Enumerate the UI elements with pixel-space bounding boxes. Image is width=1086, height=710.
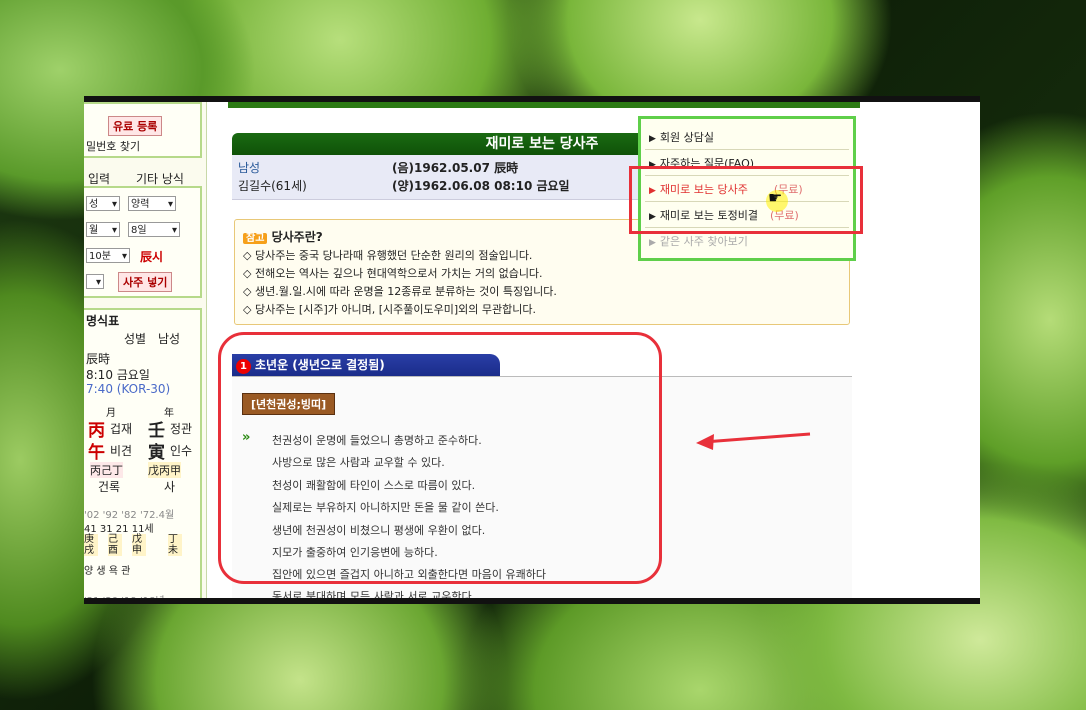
col-year: 年 <box>164 408 174 419</box>
top-green-bar <box>228 102 860 108</box>
info-solar: (양)1962.06.08 08:10 금요일 <box>392 179 570 193</box>
info-gender: 남성 <box>238 161 261 175</box>
note-header: 참고 당사주란? <box>243 228 323 245</box>
chart-kor: 7:40 (KOR-30) <box>86 382 171 396</box>
daeun-labels: 양 생 욕 관 <box>84 566 131 577</box>
chart-box: 명식표 성별 남성 辰時 8:10 금요일 7:40 (KOR-30) 月 年 … <box>84 308 202 604</box>
extra-select[interactable] <box>86 274 104 290</box>
highlight-round-box <box>218 332 662 584</box>
row-label-1: 건록 <box>98 480 121 494</box>
daeun-3: 戊申 <box>132 534 146 556</box>
daeun-2: 己酉 <box>108 534 122 556</box>
highlight-box <box>629 166 863 234</box>
ji-year-label: 인수 <box>170 444 193 458</box>
paid-register-button[interactable]: 유료 등록 <box>108 116 163 136</box>
hidden-stems-2: 戊丙甲 <box>148 462 181 478</box>
info-lunar: (음)1962.05.07 辰時 <box>392 161 519 175</box>
hand-cursor-icon: ☛ <box>768 188 783 207</box>
content-line-8: 동서로 분대하며 모든 사람과 서로 교우한다. <box>272 590 476 603</box>
daeun-4: 丁未 <box>168 534 182 556</box>
left-sidebar: 유료 등록 밀번호 찾기 입력 기타 낭식 성 양력 월 8일 10분 辰시 사… <box>84 102 207 598</box>
input-form: 성 양력 월 8일 10분 辰시 사주 넣기 <box>84 186 202 298</box>
daeun-ages: 41 31 21 11세 <box>84 524 154 535</box>
note-badge: 참고 <box>243 233 268 244</box>
minute-select[interactable]: 10분 <box>86 248 130 264</box>
red-arrow-icon <box>696 432 811 450</box>
note-title: 당사주란? <box>271 230 323 244</box>
tab-input[interactable]: 입력 <box>88 170 110 187</box>
gan-year-label: 정관 <box>170 422 193 436</box>
find-password-link[interactable]: 밀번호 찾기 <box>86 138 140 154</box>
daeun-years: '02 '92 '82 '72.4월 <box>84 510 175 521</box>
triangle-right-icon: ▶ <box>649 238 656 248</box>
daeun-1: 庚戌 <box>84 534 98 556</box>
hidden-stems-1: 丙己丁 <box>90 462 123 478</box>
bottom-years: '21 '20 '19 '18년 <box>84 596 165 604</box>
note-line-2: ◇ 전해오는 역사는 깊으나 현대역학으로서 가치는 거의 없습니다. <box>243 267 543 280</box>
day-select[interactable]: 8일 <box>128 222 180 238</box>
gender-value: 남성 <box>158 332 181 346</box>
login-box: 유료 등록 밀번호 찾기 <box>84 102 202 158</box>
calendar-select[interactable]: 양력 <box>128 196 176 212</box>
note-line-3: ◇ 생년.월.일.시에 따라 운명을 12종류로 분류하는 것이 특징입니다. <box>243 285 557 298</box>
info-name-age: 김길수(61세) <box>238 179 307 193</box>
chart-time: 8:10 금요일 <box>86 368 150 382</box>
browser-window: 유료 등록 밀번호 찾기 입력 기타 낭식 성 양력 월 8일 10분 辰시 사… <box>84 96 980 604</box>
menu-item-same-saju[interactable]: ▶ 같은 사주 찾아보기 <box>649 233 748 249</box>
gender-label: 성별 <box>124 332 147 346</box>
ji-year: 寅 <box>148 443 165 463</box>
ji-month-label: 비견 <box>110 444 133 458</box>
note-line-1: ◇ 당사주는 중국 당나라때 유행했던 단순한 원리의 점술입니다. <box>243 249 533 262</box>
triangle-right-icon: ▶ <box>649 134 656 144</box>
col-month: 月 <box>106 408 116 419</box>
ji-month: 午 <box>88 443 105 463</box>
time-label: 辰시 <box>140 250 164 264</box>
row-label-2: 사 <box>164 480 176 494</box>
gan-month-label: 겁재 <box>110 422 133 436</box>
tab-other[interactable]: 기타 낭식 <box>136 170 184 187</box>
gender-select[interactable]: 성 <box>86 196 120 212</box>
chart-title: 명식표 <box>86 314 120 328</box>
note-line-4: ◇ 당사주는 [시주]가 아니며, [시주풀이도우미]외의 무관합니다. <box>243 303 536 316</box>
month-select[interactable]: 월 <box>86 222 120 238</box>
menu-item-counsel[interactable]: ▶ 회원 상담실 <box>649 129 714 145</box>
chart-jin: 辰時 <box>86 352 111 366</box>
saju-submit-button[interactable]: 사주 넣기 <box>118 272 173 292</box>
menu-divider <box>645 149 849 150</box>
